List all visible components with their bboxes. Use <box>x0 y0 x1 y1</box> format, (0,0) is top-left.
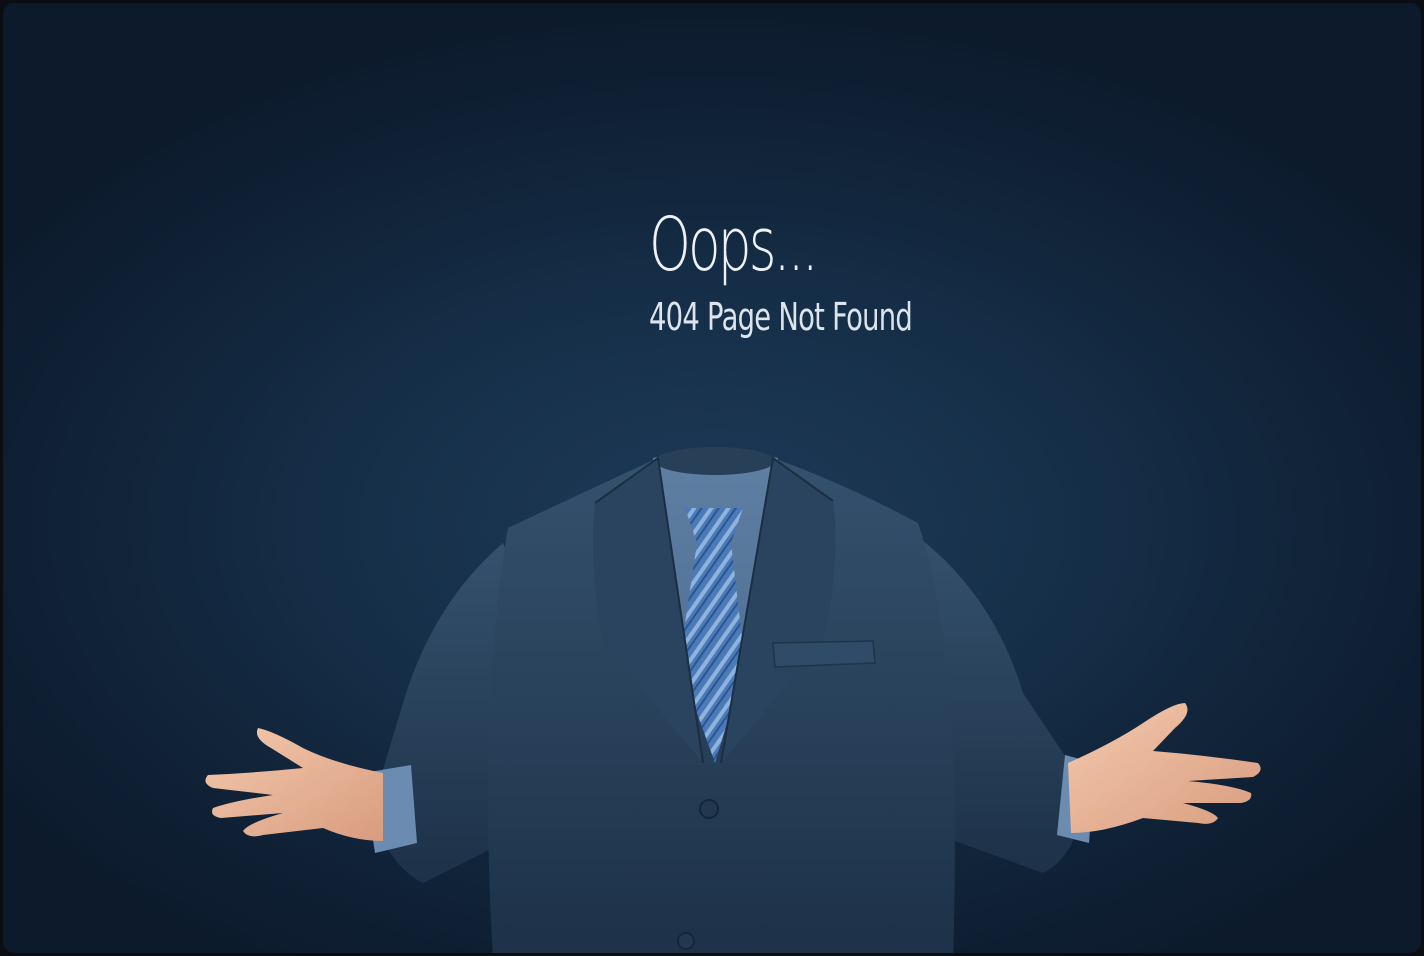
headless-businessman-shrugging-icon <box>205 447 1261 953</box>
error-message-block: Oops... 404 Page Not Found <box>649 208 1149 336</box>
error-page: Oops... 404 Page Not Found <box>0 0 1424 956</box>
error-subtitle: 404 Page Not Found <box>649 295 913 339</box>
headline: Oops... <box>649 202 819 288</box>
